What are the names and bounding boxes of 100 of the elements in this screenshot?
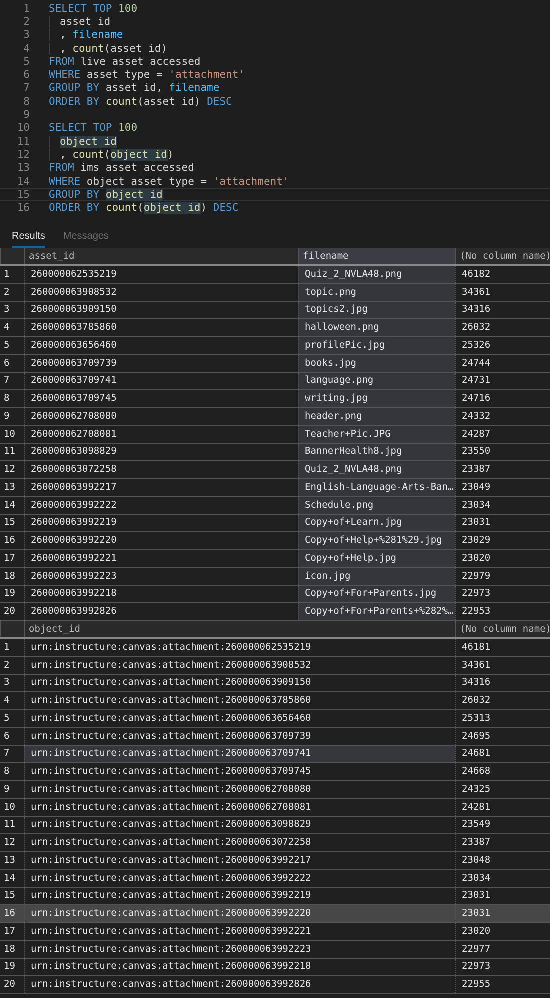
result-row[interactable]: 7 urn:instructure:canvas:attachment:260000063709741 24681	[0, 746, 550, 764]
row-number[interactable]: 12	[0, 461, 24, 478]
row-number[interactable]: 11	[0, 444, 24, 460]
row-number[interactable]: 15	[0, 514, 24, 532]
result-row[interactable]: 11 urn:instructure:canvas:attachment:260000063098829 23549	[0, 816, 550, 834]
row-number[interactable]: 20	[0, 603, 24, 620]
result-row[interactable]: 5 urn:instructure:canvas:attachment:260000063656460 25313	[0, 710, 550, 728]
table-cell: 23020	[455, 923, 550, 940]
column-header[interactable]: (No column name)	[455, 621, 550, 637]
result-row[interactable]: 2 260000063908532 topic.png 34361	[0, 284, 550, 302]
result-row[interactable]: 19 urn:instructure:canvas:attachment:260000063992218 22973	[0, 958, 550, 976]
row-number[interactable]: 5	[0, 337, 24, 354]
row-number[interactable]: 19	[0, 958, 24, 976]
table-cell: 24744	[455, 354, 550, 372]
row-number[interactable]: 9	[0, 408, 24, 425]
result-row[interactable]: 9 260000062708080 header.png 24332	[0, 408, 550, 426]
result-row[interactable]: 2 urn:instructure:canvas:attachment:260000063908532 34361	[0, 656, 550, 674]
row-number[interactable]: 18	[0, 568, 24, 584]
code-line: GROUP BY asset_id, filename	[49, 82, 220, 94]
row-number[interactable]: 8	[0, 763, 24, 780]
table-cell: Copy+of+Help.jpg	[298, 550, 455, 567]
row-number[interactable]: 19	[0, 586, 24, 602]
result-row[interactable]: 6 260000063709739 books.jpg 24744	[0, 354, 550, 372]
row-number[interactable]: 5	[0, 710, 24, 727]
result-row[interactable]: 16 260000063992220 Copy+of+Help+%281%29.jpg 23029	[0, 532, 550, 550]
result-row[interactable]: 12 260000063072258 Quiz_2_NVLA48.png 23387	[0, 461, 550, 479]
result-row[interactable]: 14 urn:instructure:canvas:attachment:260000063992222 23034	[0, 870, 550, 888]
table-cell: 22979	[455, 568, 550, 584]
result-row[interactable]: 18 urn:instructure:canvas:attachment:260000063992223 22977	[0, 940, 550, 958]
result-row[interactable]: 11 260000063098829 BannerHealth8.jpg 23550	[0, 444, 550, 462]
result-row[interactable]: 12 urn:instructure:canvas:attachment:260000063072258 23387	[0, 834, 550, 852]
code-line: SELECT TOP 100	[49, 122, 138, 134]
row-number[interactable]: 10	[0, 798, 24, 816]
row-number[interactable]: 7	[0, 372, 24, 390]
table-cell: 46181	[455, 639, 550, 656]
row-number[interactable]: 9	[0, 781, 24, 798]
result-row[interactable]: 17 urn:instructure:canvas:attachment:260000063992221 23020	[0, 923, 550, 941]
result-row[interactable]: 16 urn:instructure:canvas:attachment:260000063992220 23031	[0, 905, 550, 923]
table-cell: Copy+of+Learn.jpg	[298, 514, 455, 532]
column-header[interactable]: (No column name)	[455, 248, 550, 264]
row-number[interactable]: 16	[0, 532, 24, 549]
table-cell: Copy+of+For+Parents.jpg	[298, 586, 455, 602]
result-row[interactable]: 14 260000063992222 Schedule.png 23034	[0, 496, 550, 514]
result-row[interactable]: 15 260000063992219 Copy+of+Learn.jpg 23031	[0, 514, 550, 532]
table-cell: 23031	[455, 514, 550, 532]
row-number[interactable]: 6	[0, 354, 24, 372]
result-row[interactable]: 7 260000063709741 language.png 24731	[0, 372, 550, 390]
row-number[interactable]: 3	[0, 674, 24, 692]
result-row[interactable]: 3 260000063909150 topics2.jpg 34316	[0, 302, 550, 320]
result-row[interactable]: 5 260000063656460 profilePic.jpg 25326	[0, 337, 550, 355]
row-number[interactable]: 2	[0, 284, 24, 300]
row-number[interactable]: 2	[0, 656, 24, 674]
row-number[interactable]: 17	[0, 550, 24, 567]
result-row[interactable]: 17 260000063992221 Copy+of+Help.jpg 23020	[0, 550, 550, 568]
row-number[interactable]: 20	[0, 976, 24, 993]
column-header[interactable]: object_id	[24, 621, 455, 637]
row-number[interactable]: 1	[0, 639, 24, 656]
table-cell: topic.png	[298, 284, 455, 300]
row-number[interactable]: 13	[0, 852, 24, 869]
code-line: FROM ims_asset_accessed	[49, 162, 194, 174]
row-number[interactable]: 11	[0, 816, 24, 834]
result-row[interactable]: 9 urn:instructure:canvas:attachment:260000062708080 24325	[0, 781, 550, 799]
result-row[interactable]: 8 260000063709745 writing.jpg 24716	[0, 390, 550, 408]
row-number[interactable]: 13	[0, 479, 24, 496]
row-number[interactable]: 4	[0, 319, 24, 336]
row-number[interactable]: 17	[0, 923, 24, 940]
row-number[interactable]: 12	[0, 834, 24, 851]
row-number[interactable]: 6	[0, 728, 24, 744]
table-cell: 24668	[455, 763, 550, 780]
row-number[interactable]: 4	[0, 692, 24, 709]
row-number[interactable]: 8	[0, 390, 24, 407]
table-cell: Teacher+Pic.JPG	[298, 426, 455, 442]
row-number[interactable]: 14	[0, 870, 24, 886]
table-cell: urn:instructure:canvas:attachment:260000063072258	[24, 834, 455, 851]
result-row[interactable]: 19 260000063992218 Copy+of+For+Parents.jpg 22973	[0, 586, 550, 604]
result-row[interactable]: 1 260000062535219 Quiz_2_NVLA48.png 46182	[0, 266, 550, 284]
result-row[interactable]: 8 urn:instructure:canvas:attachment:260000063709745 24668	[0, 763, 550, 781]
code-line: GROUP BY object_id	[49, 188, 163, 201]
table-cell: 26032	[455, 319, 550, 336]
row-number[interactable]: 18	[0, 940, 24, 958]
result-row[interactable]: 18 260000063992223 icon.jpg 22979	[0, 568, 550, 586]
result-row[interactable]: 4 260000063785860 halloween.png 26032	[0, 319, 550, 337]
result-row[interactable]: 10 260000062708081 Teacher+Pic.JPG 24287	[0, 426, 550, 444]
result-row[interactable]: 13 urn:instructure:canvas:attachment:260000063992217 23048	[0, 852, 550, 870]
table-cell: 23031	[455, 905, 550, 922]
result-row[interactable]: 1 urn:instructure:canvas:attachment:260000062535219 46181	[0, 639, 550, 657]
result-row[interactable]: 10 urn:instructure:canvas:attachment:260000062708081 24281	[0, 798, 550, 816]
row-number[interactable]: 16	[0, 905, 24, 922]
table-cell: urn:instructure:canvas:attachment:260000063709741	[24, 746, 455, 762]
result-row[interactable]: 13 260000063992217 English-Language-Arts-Ban… 23049	[0, 479, 550, 497]
row-number[interactable]: 7	[0, 746, 24, 762]
result-row[interactable]: 4 urn:instructure:canvas:attachment:260000063785860 26032	[0, 692, 550, 710]
result-row[interactable]: 3 urn:instructure:canvas:attachment:260000063909150 34316	[0, 674, 550, 692]
row-number[interactable]: 3	[0, 302, 24, 318]
column-header[interactable]: filename	[298, 248, 455, 264]
row-number[interactable]: 1	[0, 266, 24, 283]
row-number[interactable]: 15	[0, 888, 24, 904]
row-number[interactable]: 10	[0, 426, 24, 442]
row-number[interactable]: 14	[0, 496, 24, 514]
result-row[interactable]: 20 urn:instructure:canvas:attachment:260000063992826 22955	[0, 976, 550, 994]
